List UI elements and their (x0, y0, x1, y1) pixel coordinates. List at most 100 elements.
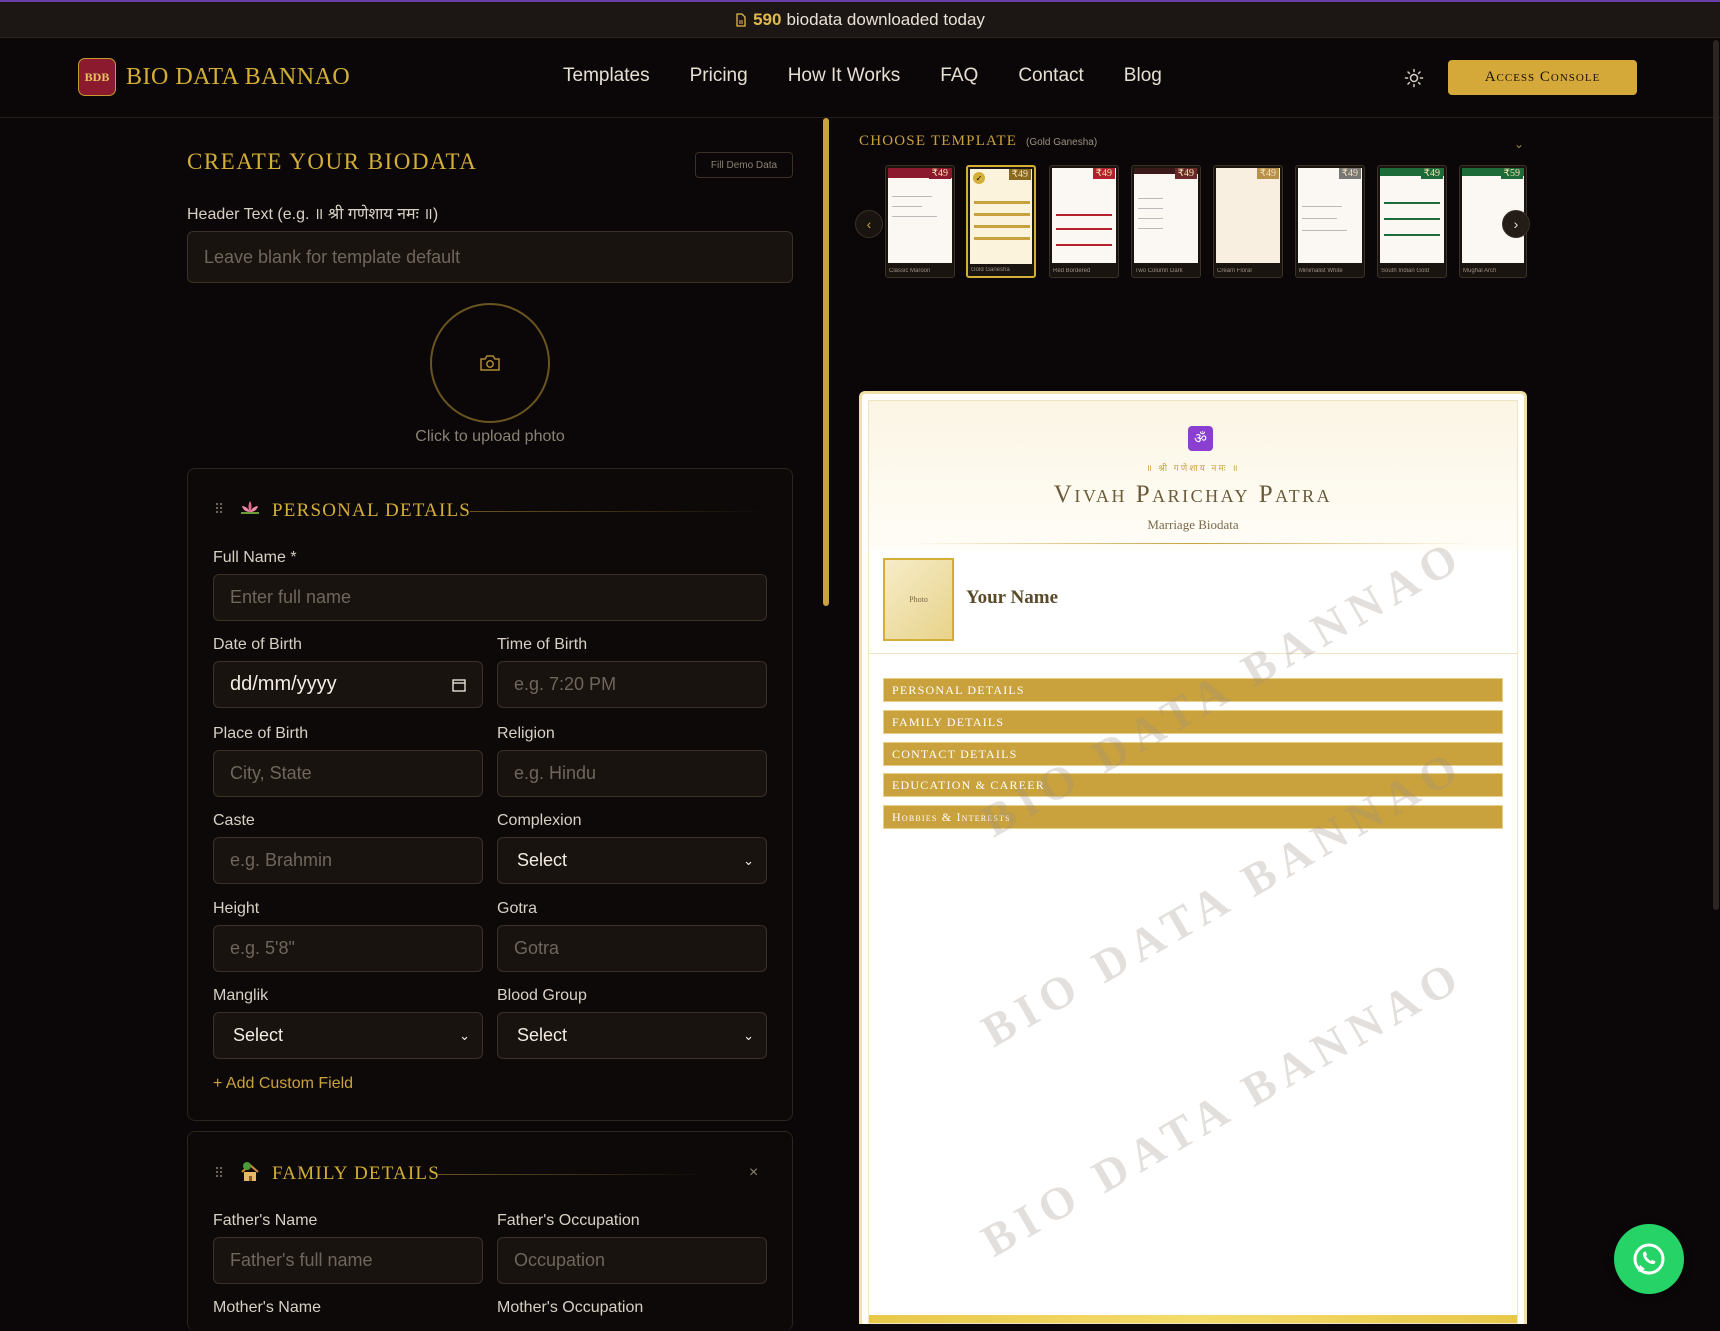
template-price: ₹49 (1420, 168, 1443, 179)
complexion-label: Complexion (497, 812, 582, 829)
caste-label: Caste (213, 812, 255, 829)
preview-divider (869, 653, 1517, 654)
brand-name: BIO DATA BANNAO (126, 63, 351, 90)
header-text-input[interactable]: Leave blank for template default (187, 231, 793, 283)
blood-group-select[interactable]: Select ⌄ (497, 1012, 767, 1059)
template-name: Minimalist White (1299, 268, 1343, 274)
father-occupation-label: Father's Occupation (497, 1212, 640, 1229)
whatsapp-icon (1633, 1243, 1665, 1275)
gotra-label: Gotra (497, 900, 538, 917)
chevron-down-icon[interactable]: ⌄ (1514, 137, 1524, 151)
sun-icon[interactable] (1404, 68, 1428, 92)
height-input[interactable]: e.g. 5'8" (213, 925, 483, 972)
nav-faq[interactable]: FAQ (940, 65, 978, 87)
lotus-icon (238, 498, 262, 523)
complexion-value: Select (517, 850, 568, 870)
religion-label: Religion (497, 725, 555, 742)
photo-upload-label: Click to upload photo (415, 428, 565, 445)
blood-group-label: Blood Group (497, 987, 587, 1004)
preview-frame: ॐ ॥ श्री गणेशाय नमः ॥ Vivah Parichay Pat… (868, 400, 1518, 1324)
drag-handle-icon[interactable]: ⠿ (214, 1165, 224, 1182)
pob-input[interactable]: City, State (213, 750, 483, 797)
template-thumb[interactable]: ₹49 Cream Floral (1213, 165, 1283, 278)
template-price: ₹49 (1256, 168, 1279, 179)
tob-label: Time of Birth (497, 636, 588, 653)
personal-details-title: PERSONAL DETAILS (272, 500, 472, 521)
template-thumb[interactable]: ₹49 Red Bordered (1049, 165, 1119, 278)
download-count: 590 (753, 9, 782, 29)
template-thumb-selected[interactable]: ✓ ₹49 Gold Ganesha (966, 165, 1036, 278)
template-name: Cream Floral (1217, 268, 1252, 274)
template-price: ₹49 (1174, 168, 1197, 179)
preview-subtitle: Marriage Biodata (1147, 517, 1239, 532)
template-thumb[interactable]: ₹49 Classic Maroon (885, 165, 955, 278)
template-price: ₹49 (928, 168, 951, 179)
template-thumb[interactable]: ₹49 Two Column Dark (1131, 165, 1201, 278)
left-panel-scrollbar[interactable] (823, 118, 829, 606)
full-name-label: Full Name * (213, 549, 297, 566)
chevron-right-icon[interactable]: › (1502, 210, 1530, 238)
drag-handle-icon[interactable]: ⠿ (214, 501, 224, 518)
blood-group-value: Select (517, 1025, 568, 1045)
access-console-button[interactable]: Access Console (1448, 60, 1637, 95)
template-price: ₹49 (1092, 168, 1115, 179)
template-name: Mughal Arch (1463, 268, 1497, 274)
nav-contact[interactable]: Contact (1018, 65, 1083, 87)
biodata-preview: ॐ ॥ श्री गणेशाय नमः ॥ Vivah Parichay Pat… (859, 391, 1527, 1324)
template-name: South Indian Gold (1381, 268, 1430, 274)
mother-name-label: Mother's Name (213, 1299, 321, 1316)
whatsapp-button[interactable] (1614, 1224, 1684, 1294)
preview-photo: Photo (883, 558, 954, 641)
dob-input[interactable]: dd/mm/yyyy (213, 661, 483, 708)
template-thumb[interactable]: ₹49 South Indian Gold (1377, 165, 1447, 278)
section-divider (438, 1174, 708, 1175)
selected-template-name: (Gold Ganesha) (1026, 137, 1098, 148)
complexion-select[interactable]: Select ⌄ (497, 837, 767, 884)
nav-how-it-works[interactable]: How It Works (788, 65, 901, 87)
nav-blog[interactable]: Blog (1124, 65, 1162, 87)
father-name-input[interactable]: Father's full name (213, 1237, 483, 1284)
gotra-input[interactable]: Gotra (497, 925, 767, 972)
family-tree-icon (238, 1160, 262, 1189)
family-details-title: FAMILY DETAILS (272, 1163, 441, 1184)
page-scrollbar[interactable] (1713, 40, 1719, 910)
document-icon (736, 12, 746, 27)
template-price: ₹49 (1008, 169, 1031, 180)
template-name: Gold Ganesha (971, 267, 1010, 273)
add-custom-field-button[interactable]: + Add Custom Field (213, 1075, 353, 1093)
om-icon: ॐ (1188, 426, 1213, 451)
section-divider (470, 511, 765, 512)
template-name: Red Bordered (1053, 268, 1091, 274)
header-text-label: Header Text (e.g. ॥ श्री गणेशाय नमः ॥) (187, 206, 439, 223)
religion-input[interactable]: e.g. Hindu (497, 750, 767, 797)
template-name: Two Column Dark (1135, 268, 1183, 274)
chevron-down-icon: ⌄ (743, 852, 754, 868)
dob-label: Date of Birth (213, 636, 302, 653)
manglik-select[interactable]: Select ⌄ (213, 1012, 483, 1059)
chevron-down-icon: ⌄ (459, 1027, 470, 1043)
father-occupation-input[interactable]: Occupation (497, 1237, 767, 1284)
template-thumb[interactable]: ₹49 Minimalist White (1295, 165, 1365, 278)
calendar-icon[interactable] (452, 678, 466, 692)
tob-input[interactable]: e.g. 7:20 PM (497, 661, 767, 708)
template-price: ₹59 (1500, 168, 1523, 179)
template-price: ₹49 (1338, 168, 1361, 179)
chevron-left-icon[interactable]: ‹ (855, 210, 883, 238)
site-header: BDB BIO DATA BANNAO Templates Pricing Ho… (0, 38, 1720, 118)
pob-label: Place of Birth (213, 725, 309, 742)
caste-input[interactable]: e.g. Brahmin (213, 837, 483, 884)
form-title: CREATE YOUR BIODATA (187, 149, 478, 174)
close-icon[interactable]: × (749, 1164, 758, 1182)
preview-divider (909, 543, 1477, 544)
full-name-input[interactable]: Enter full name (213, 574, 767, 621)
brand-logo[interactable]: BDB BIO DATA BANNAO (78, 58, 350, 96)
photo-upload[interactable] (430, 303, 550, 423)
manglik-label: Manglik (213, 987, 269, 1004)
preview-name: Your Name (966, 587, 1059, 608)
nav-pricing[interactable]: Pricing (690, 65, 748, 87)
nav-templates[interactable]: Templates (563, 65, 650, 87)
preview-header-text: ॥ श्री गणेशाय नमः ॥ (1146, 463, 1240, 473)
fill-demo-button[interactable]: Fill Demo Data (695, 152, 793, 178)
preview-bottom-border (869, 1315, 1517, 1323)
chevron-down-icon: ⌄ (743, 1027, 754, 1043)
